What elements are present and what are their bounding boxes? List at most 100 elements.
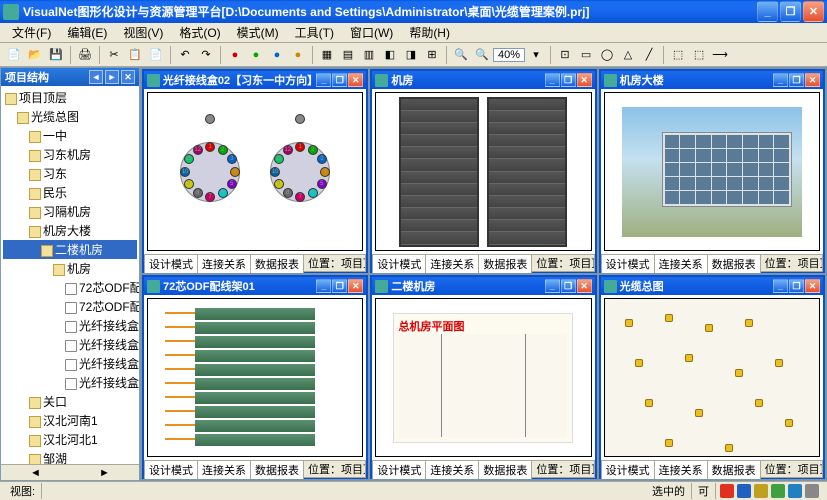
menu-item[interactable]: 工具(T)	[287, 22, 342, 43]
tool-n[interactable]: △	[618, 45, 638, 65]
mdi-close[interactable]: ✕	[577, 279, 592, 293]
menu-item[interactable]: 文件(F)	[4, 22, 59, 43]
tree-root[interactable]: 项目顶层	[3, 88, 137, 107]
tree-node[interactable]: 关口	[3, 392, 137, 411]
tool-k[interactable]: ⊡	[555, 45, 575, 65]
mdi-canvas[interactable]: 总机房平面图	[375, 298, 591, 457]
tool-m[interactable]: ◯	[597, 45, 617, 65]
tree-node[interactable]: 光纤接线盒0	[3, 354, 137, 373]
tool-zoomout[interactable]: 🔍	[472, 45, 492, 65]
tab-report[interactable]: 数据报表	[250, 254, 304, 273]
mdi-close[interactable]: ✕	[577, 73, 592, 87]
mdi-titlebar[interactable]: 二楼机房_❐✕	[372, 277, 594, 295]
mdi-close[interactable]: ✕	[348, 279, 363, 293]
tray-icon[interactable]	[805, 484, 819, 498]
mdi-max[interactable]: ❐	[561, 73, 576, 87]
tab-report[interactable]: 数据报表	[707, 460, 761, 479]
mdi-max[interactable]: ❐	[332, 279, 347, 293]
tool-b[interactable]: ●	[246, 45, 266, 65]
menu-item[interactable]: 视图(V)	[115, 22, 171, 43]
tree-node[interactable]: 一中	[3, 126, 137, 145]
tab-design[interactable]: 设计模式	[144, 460, 198, 479]
zoom-level[interactable]: 40%	[493, 48, 525, 62]
tool-save[interactable]: 💾	[46, 45, 66, 65]
tree-node[interactable]: 汉北河南1	[3, 411, 137, 430]
tab-relation[interactable]: 连接关系	[654, 254, 708, 273]
tab-report[interactable]: 数据报表	[707, 254, 761, 273]
mdi-min[interactable]: _	[316, 279, 331, 293]
mdi-max[interactable]: ❐	[561, 279, 576, 293]
mdi-titlebar[interactable]: 光缆总图_❐✕	[601, 277, 823, 295]
tool-p[interactable]: ⬚	[668, 45, 688, 65]
tool-paste[interactable]: 📄	[146, 45, 166, 65]
tool-r[interactable]: ⟶	[710, 45, 730, 65]
mdi-titlebar[interactable]: 72芯ODF配线架01_❐✕	[144, 277, 366, 295]
menu-item[interactable]: 帮助(H)	[401, 22, 458, 43]
tool-j[interactable]: ⊞	[422, 45, 442, 65]
close-button[interactable]: ✕	[803, 1, 824, 22]
tree-node[interactable]: 习东	[3, 164, 137, 183]
tool-copy[interactable]: 📋	[125, 45, 145, 65]
tool-a[interactable]: ●	[225, 45, 245, 65]
tool-redo[interactable]: ↷	[196, 45, 216, 65]
sidebar-close[interactable]: ✕	[121, 70, 135, 84]
tool-zoomdrop[interactable]: ▾	[526, 45, 546, 65]
menu-item[interactable]: 格式(O)	[171, 22, 228, 43]
menu-item[interactable]: 窗口(W)	[342, 22, 401, 43]
tab-design[interactable]: 设计模式	[144, 254, 198, 273]
mdi-titlebar[interactable]: 光纤接线盒02【习东一中方向】_❐✕	[144, 71, 366, 89]
tab-design[interactable]: 设计模式	[372, 460, 426, 479]
mdi-min[interactable]: _	[773, 279, 788, 293]
tree-node[interactable]: 光缆总图	[3, 107, 137, 126]
tray-icon[interactable]	[788, 484, 802, 498]
tree-node[interactable]: 机房大楼	[3, 221, 137, 240]
tree-node[interactable]: 民乐	[3, 183, 137, 202]
sidebar-next[interactable]: ►	[105, 70, 119, 84]
mdi-max[interactable]: ❐	[789, 279, 804, 293]
mdi-titlebar[interactable]: 机房_❐✕	[372, 71, 594, 89]
tool-open[interactable]: 📂	[25, 45, 45, 65]
mdi-min[interactable]: _	[316, 73, 331, 87]
tab-report[interactable]: 数据报表	[478, 460, 532, 479]
tool-c[interactable]: ●	[267, 45, 287, 65]
tool-print[interactable]: 🖨	[75, 45, 95, 65]
mdi-close[interactable]: ✕	[805, 73, 820, 87]
mdi-canvas[interactable]	[604, 92, 820, 251]
project-tree[interactable]: 项目顶层光缆总图一中习东机房习东民乐习隔机房机房大楼二楼机房机房72芯ODF配线…	[1, 86, 139, 464]
maximize-button[interactable]: ❐	[780, 1, 801, 22]
tool-l[interactable]: ▭	[576, 45, 596, 65]
tool-i[interactable]: ◨	[401, 45, 421, 65]
tree-node[interactable]: 光纤接线盒0	[3, 316, 137, 335]
sidebar-scroll-left[interactable]: ◄	[1, 465, 70, 480]
tool-zoomin[interactable]: 🔍	[451, 45, 471, 65]
tool-q[interactable]: ⬚	[689, 45, 709, 65]
menu-item[interactable]: 编辑(E)	[59, 22, 115, 43]
mdi-max[interactable]: ❐	[332, 73, 347, 87]
mdi-canvas[interactable]	[375, 92, 591, 251]
tab-relation[interactable]: 连接关系	[425, 460, 479, 479]
tree-node[interactable]: 72芯ODF配线	[3, 278, 137, 297]
tab-design[interactable]: 设计模式	[601, 460, 655, 479]
tab-report[interactable]: 数据报表	[478, 254, 532, 273]
menu-item[interactable]: 模式(M)	[229, 22, 287, 43]
tree-node[interactable]: 机房	[3, 259, 137, 278]
tool-e[interactable]: ▦	[317, 45, 337, 65]
mdi-min[interactable]: _	[773, 73, 788, 87]
tab-relation[interactable]: 连接关系	[425, 254, 479, 273]
tree-node[interactable]: 习隔机房	[3, 202, 137, 221]
tree-node[interactable]: 汉北河北1	[3, 430, 137, 449]
mdi-canvas[interactable]	[147, 298, 363, 457]
tab-report[interactable]: 数据报表	[250, 460, 304, 479]
tab-design[interactable]: 设计模式	[601, 254, 655, 273]
tool-new[interactable]: 📄	[4, 45, 24, 65]
tab-relation[interactable]: 连接关系	[197, 460, 251, 479]
sidebar-prev[interactable]: ◄	[89, 70, 103, 84]
tray-icon[interactable]	[720, 484, 734, 498]
tray-icon[interactable]	[754, 484, 768, 498]
tree-node[interactable]: 光纤接线盒0	[3, 373, 137, 392]
tool-g[interactable]: ▥	[359, 45, 379, 65]
tab-relation[interactable]: 连接关系	[654, 460, 708, 479]
tree-node[interactable]: 光纤接线盒0	[3, 335, 137, 354]
tab-relation[interactable]: 连接关系	[197, 254, 251, 273]
tray-icon[interactable]	[737, 484, 751, 498]
